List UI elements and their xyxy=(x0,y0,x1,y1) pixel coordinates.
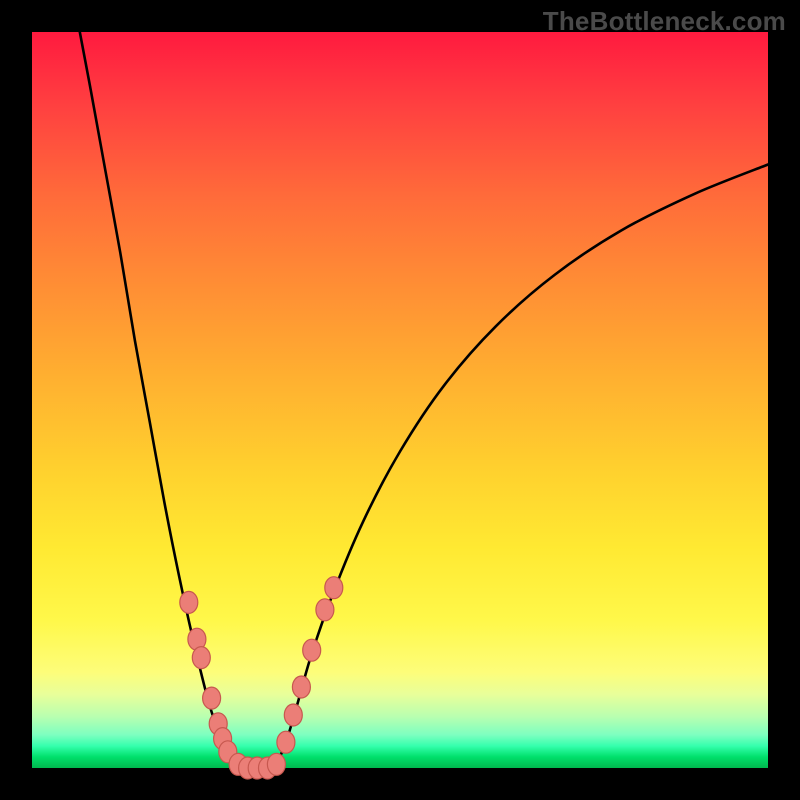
bead-marker xyxy=(192,647,210,669)
bead-marker xyxy=(277,731,295,753)
bead-marker xyxy=(180,591,198,613)
bead-marker xyxy=(303,639,321,661)
chart-frame: TheBottleneck.com xyxy=(0,0,800,800)
plot-area xyxy=(32,32,768,768)
bead-marker xyxy=(284,704,302,726)
bead-marker xyxy=(203,687,221,709)
bottleneck-curve xyxy=(80,32,768,770)
bead-marker xyxy=(316,599,334,621)
bead-marker xyxy=(267,753,285,775)
bead-marker xyxy=(325,577,343,599)
curve-layer xyxy=(32,32,768,768)
bead-markers xyxy=(180,577,343,779)
bead-marker xyxy=(292,676,310,698)
